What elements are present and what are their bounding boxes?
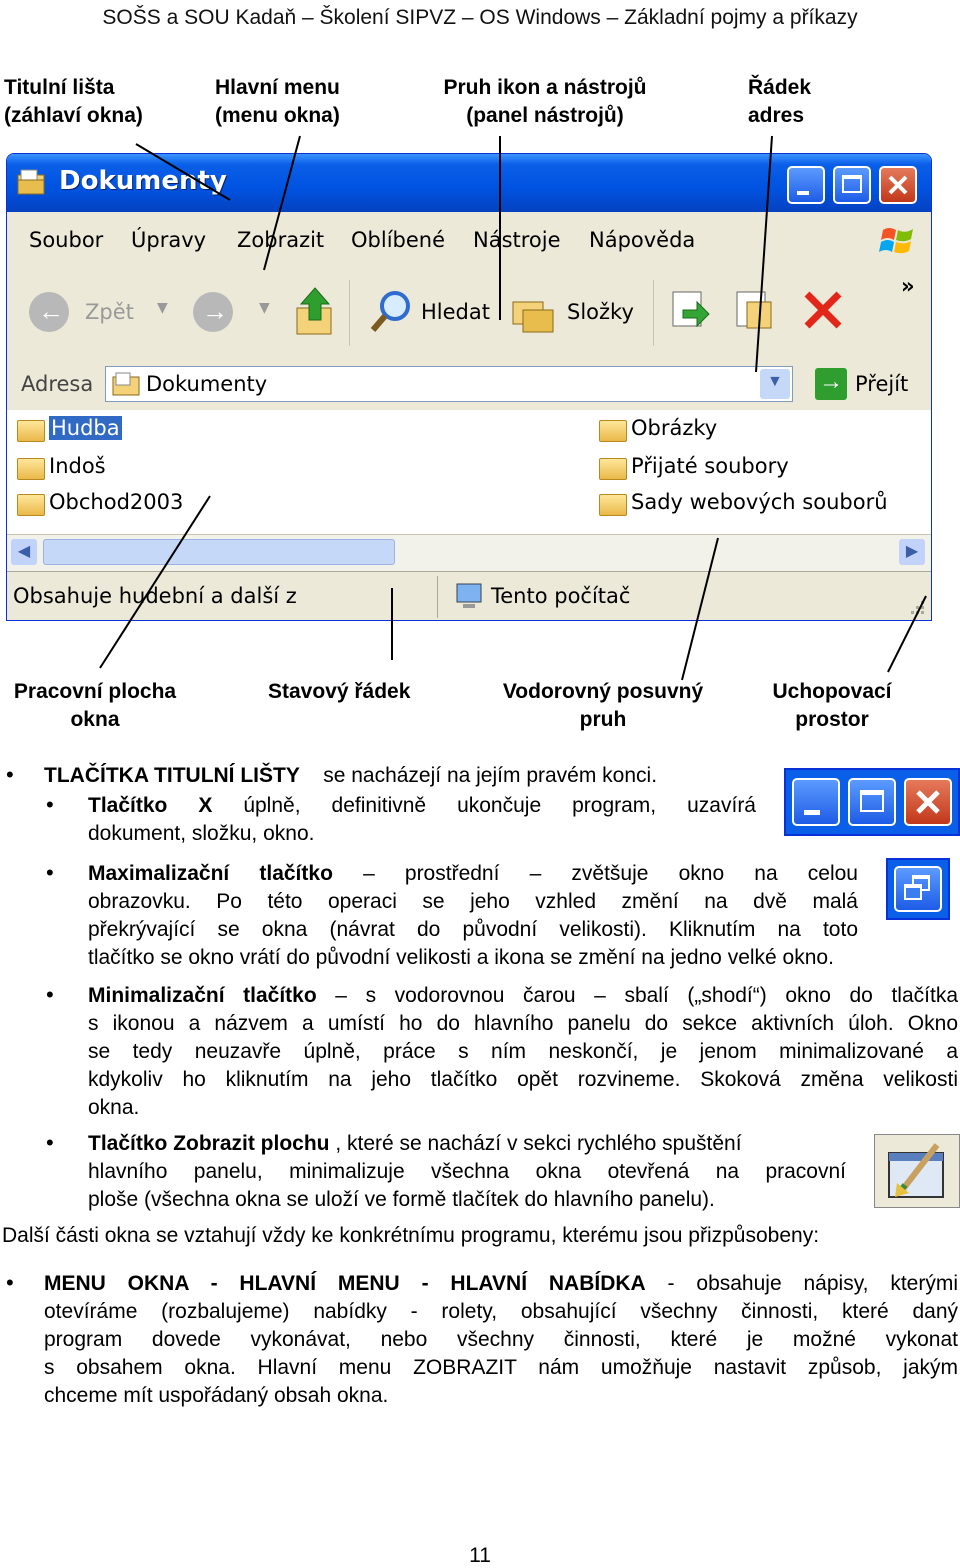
bullet-minimize-button: Minimalizační tlačítko – s vodorovnou ča… [88,984,958,1119]
label-workspace: Pracovní plocha okna [13,680,177,731]
close-icon [904,778,952,826]
paragraph-other-parts: Další části okna se vztahují vždy ke kon… [2,1224,820,1247]
bullet-close-button: Tlačítko X úplně, definitivně ukončuje p… [88,794,756,845]
bullet: • [46,1130,54,1155]
label-hscroll: Vodorovný posuvný pruh [502,680,704,731]
bullet: • [46,792,54,817]
titlebar-buttons-image [784,768,960,836]
bullet: • [46,860,54,885]
label-statusbar: Stavový řádek [268,680,411,703]
pointer-lines [99,135,927,681]
label-grip: Uchopovací prostor [772,680,892,731]
bullet-show-desktop: Tlačítko Zobrazit plochu , které se nach… [88,1132,846,1211]
minimize-icon [792,778,840,826]
bullet-titlebar-buttons: TLAČÍTKA TITULNÍ LIŠTY se nacházejí na j… [44,764,658,787]
show-desktop-image [874,1134,960,1208]
bullet: • [6,762,14,787]
bullet: • [46,982,54,1007]
bullet: • [6,1270,14,1295]
bullet-main-menu: MENU OKNA - HLAVNÍ MENU - HLAVNÍ NABÍDKA… [44,1272,958,1407]
page-number: 11 [469,1544,491,1567]
bullet-maximize-button: Maximalizační tlačítko – prostřední – zv… [88,862,858,969]
maximize-icon [848,778,896,826]
show-desktop-icon [888,1143,944,1198]
